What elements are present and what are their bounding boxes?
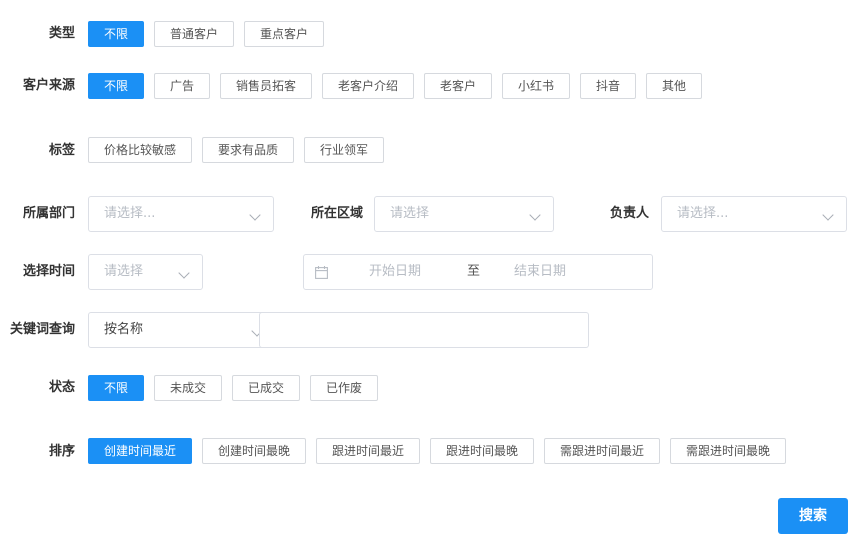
start-date-placeholder[interactable]: 开始日期	[369, 264, 421, 280]
status-option-closed[interactable]: 已成交	[232, 375, 300, 401]
chevron-down-icon	[178, 267, 190, 279]
keyword-label: 关键词查询	[9, 322, 75, 337]
owner-placeholder: 请选择...	[677, 206, 729, 221]
date-range-separator: 至	[467, 264, 481, 279]
sort-option-need-followup-late[interactable]: 需跟进时间最晚	[670, 438, 786, 464]
status-option-not-closed[interactable]: 未成交	[154, 375, 222, 401]
sort-option-created-late[interactable]: 创建时间最晚	[202, 438, 306, 464]
keyword-input[interactable]	[259, 312, 589, 348]
source-option-unlimited[interactable]: 不限	[88, 73, 144, 99]
source-option-sales[interactable]: 销售员拓客	[220, 73, 312, 99]
tag-option-quality[interactable]: 要求有品质	[202, 137, 294, 163]
source-option-ad[interactable]: 广告	[154, 73, 210, 99]
search-button[interactable]: 搜索	[778, 498, 848, 534]
region-label: 所在区域	[310, 206, 363, 221]
tag-label: 标签	[48, 143, 75, 158]
chevron-down-icon	[249, 209, 261, 221]
sort-option-followup-recent[interactable]: 跟进时间最近	[316, 438, 420, 464]
time-type-select[interactable]: 请选择	[88, 254, 203, 290]
time-type-placeholder: 请选择	[104, 264, 144, 279]
end-date-placeholder[interactable]: 结束日期	[514, 264, 566, 280]
source-option-other[interactable]: 其他	[646, 73, 702, 99]
source-option-xiaohongshu[interactable]: 小红书	[502, 73, 570, 99]
region-select[interactable]: 请选择	[374, 196, 554, 232]
owner-label: 负责人	[609, 206, 649, 221]
source-option-douyin[interactable]: 抖音	[580, 73, 636, 99]
dept-placeholder: 请选择...	[104, 206, 156, 221]
sort-label: 排序	[48, 444, 75, 459]
sort-option-need-followup-recent[interactable]: 需跟进时间最近	[544, 438, 660, 464]
dept-select[interactable]: 请选择...	[88, 196, 274, 232]
region-placeholder: 请选择	[390, 206, 430, 221]
tag-option-price-sensitive[interactable]: 价格比较敏感	[88, 137, 192, 163]
type-option-key[interactable]: 重点客户	[244, 21, 324, 47]
source-label: 客户来源	[22, 78, 75, 93]
chevron-down-icon	[822, 209, 834, 221]
sort-option-created-recent[interactable]: 创建时间最近	[88, 438, 192, 464]
calendar-icon	[315, 266, 328, 279]
sort-option-followup-late[interactable]: 跟进时间最晚	[430, 438, 534, 464]
source-option-old-customer[interactable]: 老客户	[424, 73, 492, 99]
keyword-mode-select[interactable]: 按名称	[88, 312, 266, 348]
time-label: 选择时间	[22, 264, 75, 279]
source-option-referral[interactable]: 老客户介绍	[322, 73, 414, 99]
status-label: 状态	[48, 380, 75, 395]
type-option-normal[interactable]: 普通客户	[154, 21, 234, 47]
owner-select[interactable]: 请选择...	[661, 196, 847, 232]
type-label: 类型	[48, 26, 75, 41]
date-range-picker[interactable]: 开始日期 至 结束日期	[303, 254, 653, 290]
dept-label: 所属部门	[22, 206, 75, 221]
status-option-voided[interactable]: 已作废	[310, 375, 378, 401]
status-option-unlimited[interactable]: 不限	[88, 375, 144, 401]
tag-option-industry-leader[interactable]: 行业领军	[304, 137, 384, 163]
chevron-down-icon	[529, 209, 541, 221]
keyword-mode-value: 按名称	[104, 322, 144, 337]
type-option-unlimited[interactable]: 不限	[88, 21, 144, 47]
